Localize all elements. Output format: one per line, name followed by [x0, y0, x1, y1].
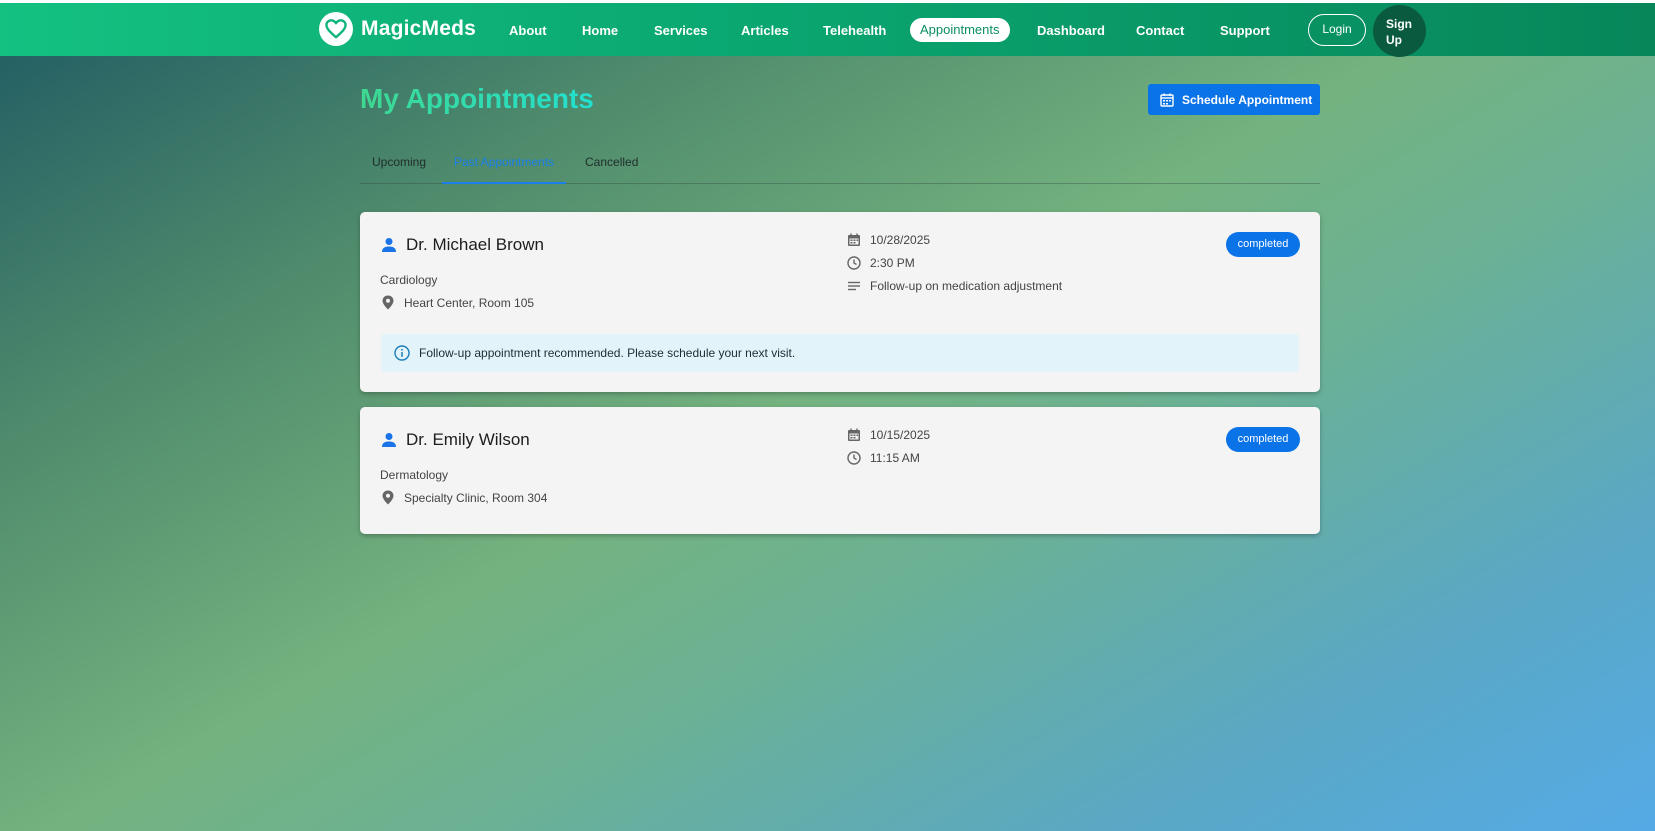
- signup-button[interactable]: Sign Up: [1373, 5, 1426, 57]
- calendar-icon: [848, 428, 860, 441]
- tab-past-appointments[interactable]: Past Appointments: [442, 146, 567, 184]
- location-row: Specialty Clinic, Room 304: [382, 490, 547, 505]
- followup-note: Follow-up appointment recommended. Pleas…: [381, 334, 1299, 372]
- appointment-card: Dr. Emily Wilson Dermatology Specialty C…: [360, 407, 1320, 534]
- location-pin-icon: [382, 295, 394, 310]
- nav-link-telehealth[interactable]: Telehealth: [823, 19, 886, 43]
- brand[interactable]: MagicMeds: [319, 12, 476, 46]
- nav-link-services[interactable]: Services: [654, 19, 708, 43]
- location-pin-icon: [382, 490, 394, 505]
- calendar-icon: [848, 233, 860, 246]
- time-row: 11:15 AM: [847, 451, 920, 465]
- login-button[interactable]: Login: [1308, 14, 1366, 46]
- appointment-date: 10/15/2025: [870, 428, 931, 442]
- reason-row: Follow-up on medication adjustment: [847, 279, 1062, 293]
- calendar-icon: [1160, 93, 1174, 107]
- appointment-reason: Follow-up on medication adjustment: [870, 279, 1063, 293]
- nav-link-support[interactable]: Support: [1220, 19, 1270, 43]
- doctor-row: Dr. Emily Wilson: [381, 430, 530, 450]
- nav-link-appointments[interactable]: Appointments: [910, 18, 1010, 42]
- date-row: 10/15/2025: [847, 428, 930, 442]
- status-badge: completed: [1226, 427, 1300, 452]
- nav-link-articles[interactable]: Articles: [741, 19, 789, 43]
- heart-icon: [319, 12, 353, 46]
- schedule-appointment-label: Schedule Appointment: [1182, 92, 1313, 107]
- doctor-name: Dr. Emily Wilson: [406, 430, 530, 449]
- clock-icon: [847, 256, 861, 270]
- notes-icon: [848, 281, 860, 291]
- appointment-tabs: Upcoming Past Appointments Cancelled: [360, 146, 1320, 184]
- appointment-card: Dr. Michael Brown Cardiology Heart Cente…: [360, 212, 1320, 392]
- doctor-row: Dr. Michael Brown: [381, 235, 544, 255]
- doctor-name: Dr. Michael Brown: [406, 235, 544, 254]
- page-title: My Appointments: [360, 83, 594, 114]
- nav-link-home[interactable]: Home: [582, 19, 618, 43]
- info-icon: [394, 345, 410, 361]
- tab-upcoming[interactable]: Upcoming: [360, 146, 438, 184]
- nav-link-contact[interactable]: Contact: [1136, 19, 1184, 43]
- clock-icon: [847, 451, 861, 465]
- appointment-time: 11:15 AM: [870, 451, 920, 465]
- followup-note-text: Follow-up appointment recommended. Pleas…: [419, 346, 796, 360]
- person-icon: [382, 238, 396, 252]
- specialty: Dermatology: [380, 468, 449, 482]
- specialty: Cardiology: [380, 273, 438, 287]
- navbar: MagicMeds About Home Services Articles T…: [0, 3, 1655, 57]
- location-row: Heart Center, Room 105: [382, 295, 534, 310]
- date-row: 10/28/2025: [847, 233, 930, 247]
- location-text: Specialty Clinic, Room 304: [404, 490, 548, 505]
- tab-cancelled[interactable]: Cancelled: [573, 146, 650, 184]
- nav-link-dashboard[interactable]: Dashboard: [1037, 19, 1105, 43]
- brand-name: MagicMeds: [361, 17, 476, 40]
- schedule-appointment-button[interactable]: Schedule Appointment: [1148, 84, 1320, 115]
- status-badge: completed: [1226, 232, 1300, 257]
- nav-link-about[interactable]: About: [509, 19, 547, 43]
- location-text: Heart Center, Room 105: [404, 295, 535, 310]
- signup-label-line1: Sign: [1386, 17, 1412, 31]
- signup-label-line2: Up: [1386, 33, 1402, 47]
- appointment-time: 2:30 PM: [870, 256, 915, 270]
- appointment-date: 10/28/2025: [870, 233, 931, 247]
- time-row: 2:30 PM: [847, 256, 915, 270]
- person-icon: [382, 433, 396, 447]
